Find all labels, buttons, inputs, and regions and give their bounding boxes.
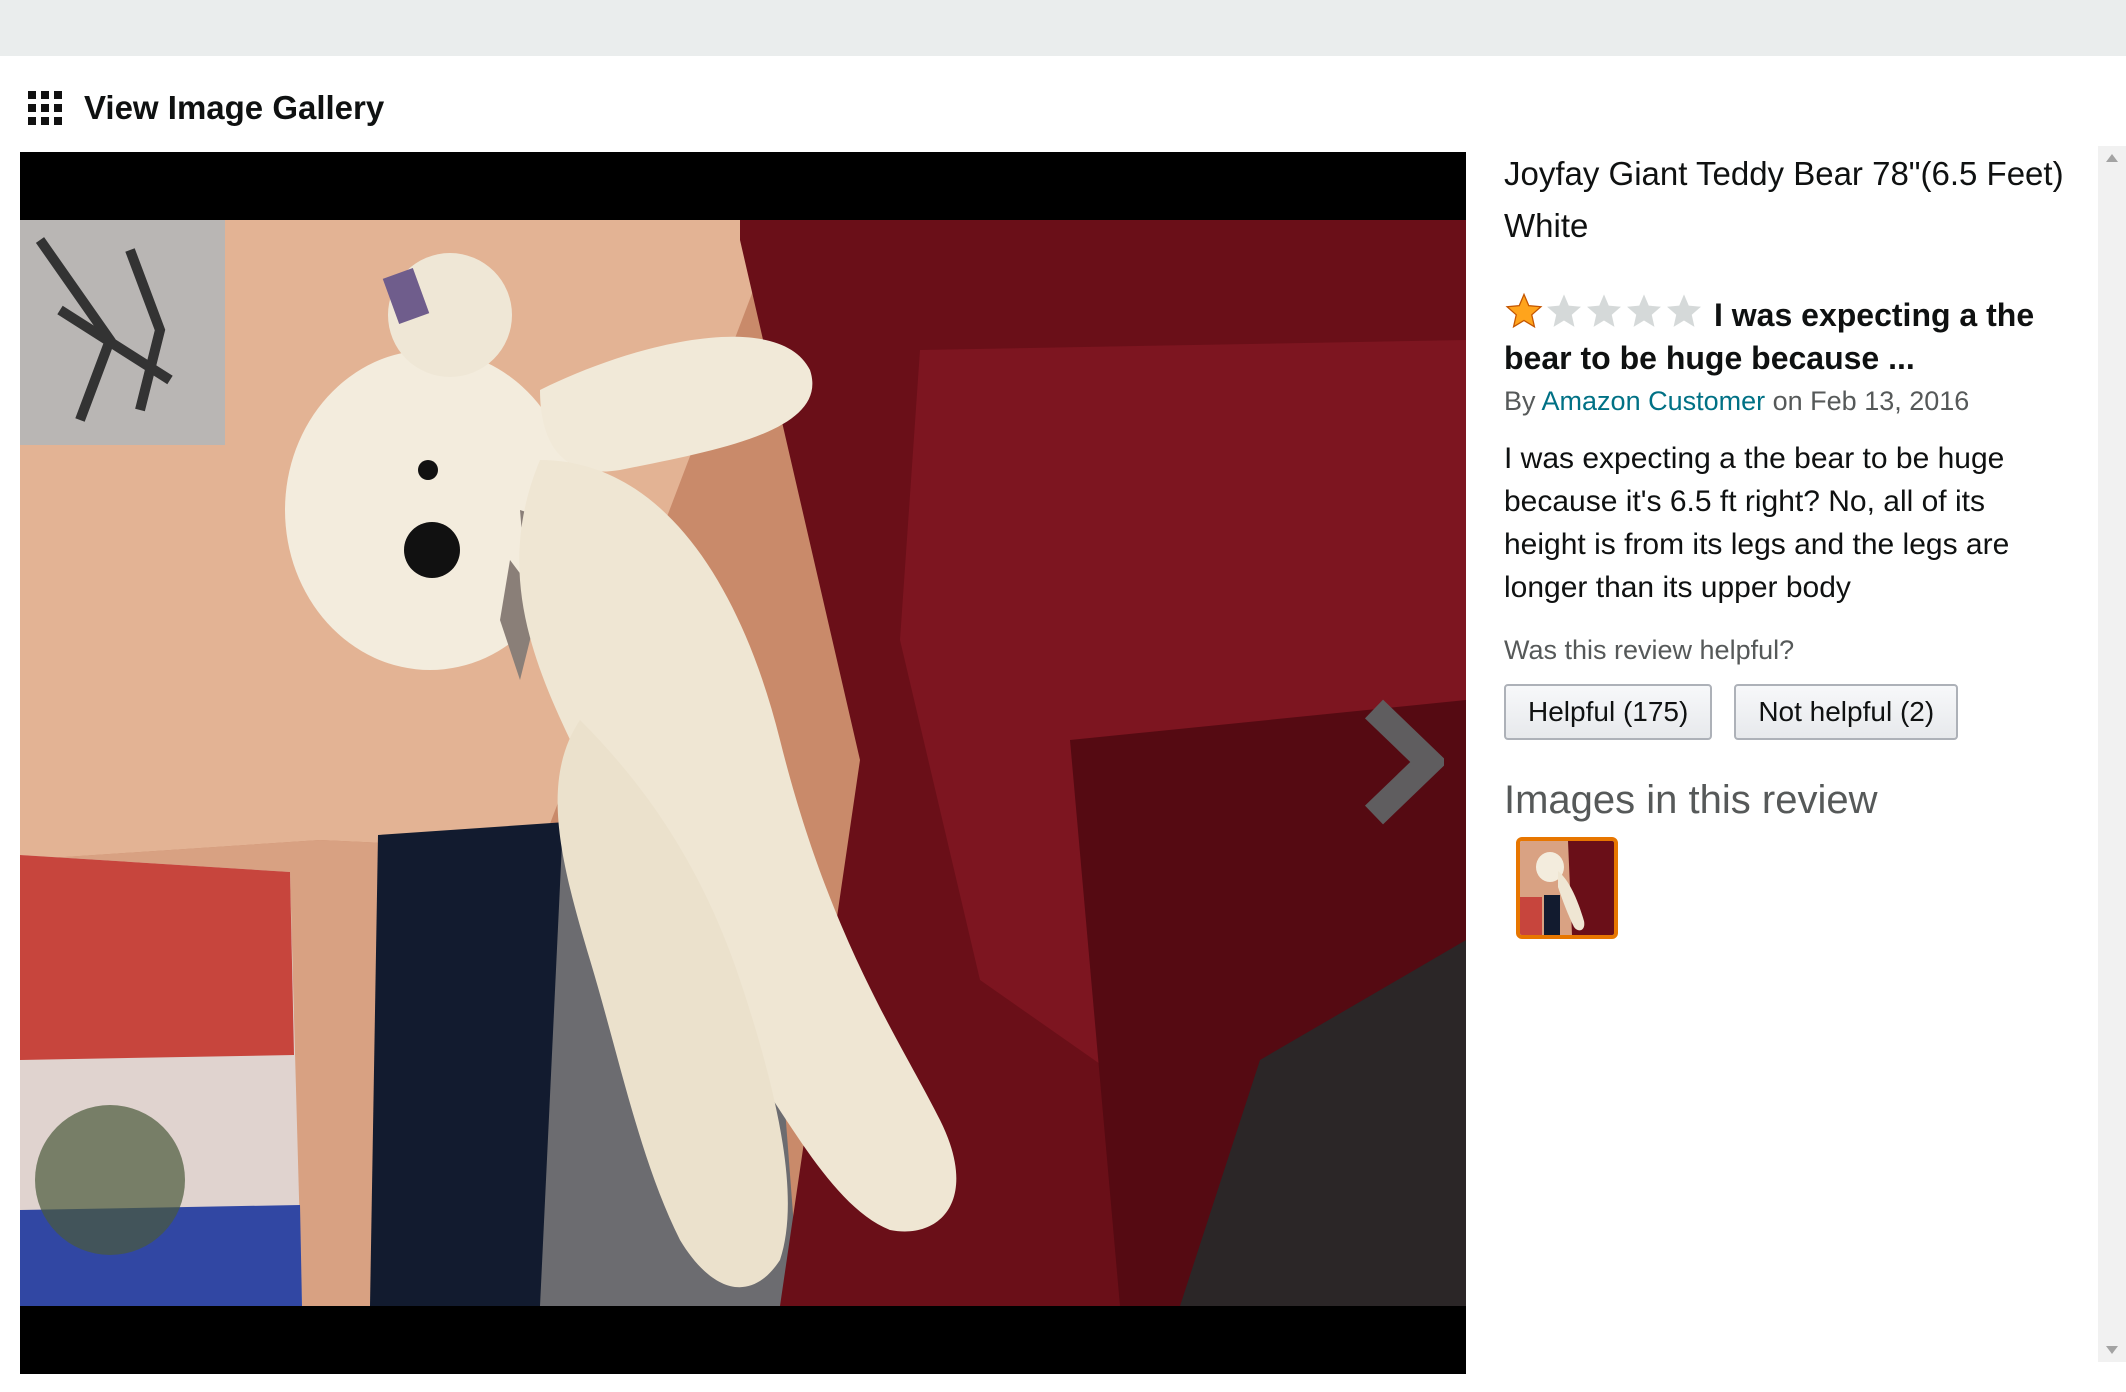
browser-top-bar: [0, 0, 2126, 56]
star-empty-icon: [1627, 294, 1661, 327]
review-photo: [20, 220, 1466, 1306]
not-helpful-button[interactable]: Not helpful (2): [1734, 684, 1959, 740]
product-title[interactable]: Joyfay Giant Teddy Bear 78"(6.5 Feet) Wh…: [1504, 148, 2064, 252]
star-filled-icon: [1505, 292, 1543, 329]
review-byline: By Amazon Customer on Feb 13, 2016: [1504, 386, 2064, 417]
helpful-question: Was this review helpful?: [1504, 635, 1795, 665]
view-image-gallery-link[interactable]: View Image Gallery: [28, 88, 384, 128]
scroll-down-icon[interactable]: [2106, 1346, 2118, 1354]
helpful-button[interactable]: Helpful (175): [1504, 684, 1713, 740]
scrollbar[interactable]: [2098, 146, 2126, 1362]
star-empty-icon: [1587, 294, 1621, 327]
star-empty-icon: [1547, 294, 1581, 327]
scroll-up-icon[interactable]: [2106, 154, 2118, 162]
review-date: on Feb 13, 2016: [1772, 386, 1970, 416]
image-viewer: [20, 152, 1466, 1374]
review-headline-row: I was expecting a the bear to be huge be…: [1504, 292, 2064, 380]
by-prefix: By: [1504, 386, 1536, 416]
author-link[interactable]: Amazon Customer: [1542, 386, 1766, 416]
grid-icon: [28, 91, 62, 125]
next-image-button[interactable]: [1354, 697, 1448, 827]
review-body: I was expecting a the bear to be huge be…: [1504, 442, 2010, 604]
review-panel: Joyfay Giant Teddy Bear 78"(6.5 Feet) Wh…: [1504, 148, 2064, 939]
star-rating: [1504, 292, 1704, 330]
chevron-right-icon: [1364, 699, 1448, 825]
gallery-label: View Image Gallery: [84, 89, 385, 126]
images-in-review-title: Images in this review: [1504, 778, 1878, 822]
star-empty-icon: [1667, 294, 1701, 327]
vote-buttons: Helpful (175) Not helpful (2): [1504, 684, 2064, 740]
review-image-thumbnail[interactable]: [1516, 837, 1618, 939]
